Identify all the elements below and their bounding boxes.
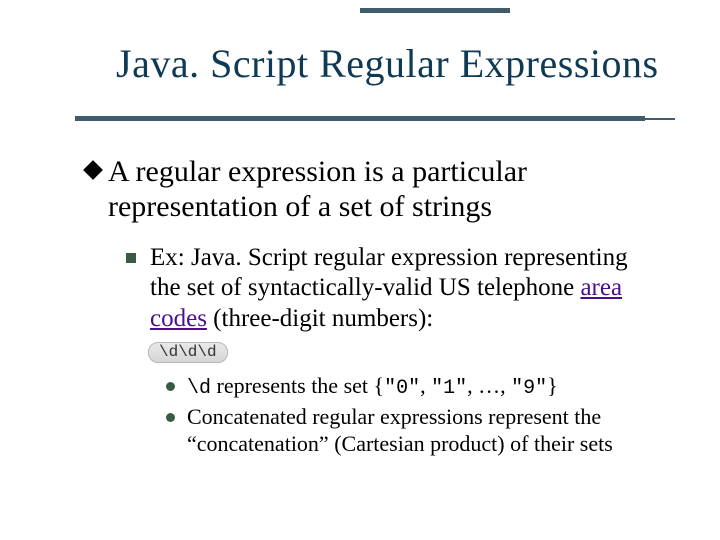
l3a-text: \d represents the set {"0", "1", …, "9"} <box>187 373 558 401</box>
regex-code-chip: \d\d\d <box>148 342 228 363</box>
title-wrap: Java. Script Regular Expressions <box>116 40 660 87</box>
diamond-bullet-icon <box>83 160 103 180</box>
title-underline <box>75 116 645 121</box>
disc-bullet-icon <box>166 382 175 391</box>
l3a-mid: represents the set { <box>211 373 384 398</box>
l3a-s1: "1" <box>431 377 467 400</box>
bullet-level3-a: \d represents the set {"0", "1", …, "9"} <box>166 373 660 401</box>
l3a-end: } <box>547 373 558 398</box>
bullet-level3-b: Concatenated regular expressions represe… <box>166 404 660 458</box>
l3a-c1: , <box>420 373 431 398</box>
l3b-text: Concatenated regular expressions represe… <box>187 404 660 458</box>
slide-body: A regular expression is a particular rep… <box>86 154 660 459</box>
l3a-s9: "9" <box>511 377 547 400</box>
l2-text: Ex: Java. Script regular expression repr… <box>150 243 660 335</box>
l3a-s0: "0" <box>384 377 420 400</box>
l1-text: A regular expression is a particular rep… <box>108 154 660 225</box>
l2-post: (three-digit numbers): <box>207 305 433 332</box>
disc-bullet-icon <box>166 413 175 422</box>
l3a-code: \d <box>187 377 211 400</box>
slide-title: Java. Script Regular Expressions <box>116 40 660 87</box>
l2-pre: Ex: Java. Script regular expression repr… <box>150 244 628 302</box>
decor-top-rule <box>360 8 510 13</box>
l3a-c2: , …, <box>467 373 511 398</box>
bullet-level1: A regular expression is a particular rep… <box>86 154 660 225</box>
square-bullet-icon <box>126 253 136 263</box>
bullet-level2: Ex: Java. Script regular expression repr… <box>126 243 660 335</box>
